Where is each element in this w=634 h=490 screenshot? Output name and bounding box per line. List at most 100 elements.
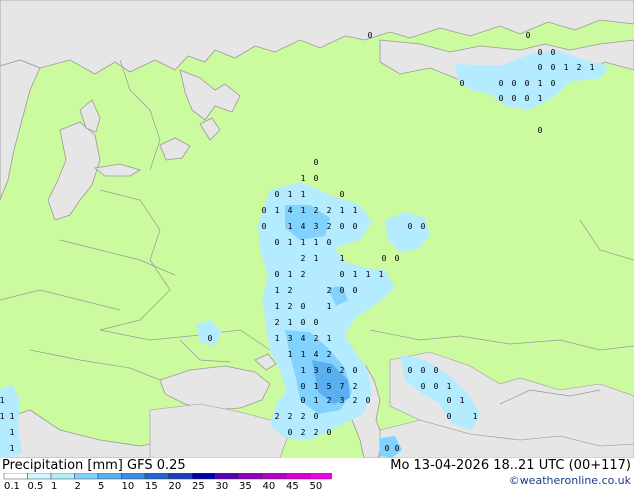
precip-value: 0 bbox=[395, 254, 400, 263]
precip-value: 3 bbox=[288, 334, 293, 343]
precip-value: 0 bbox=[551, 79, 556, 88]
precip-value: 1 bbox=[288, 318, 293, 327]
precip-value: 3 bbox=[314, 366, 319, 375]
precip-value: 6 bbox=[327, 366, 332, 375]
precip-value: 1 bbox=[473, 412, 478, 421]
precip-value: 0 bbox=[288, 428, 293, 437]
scale-label: 45 bbox=[286, 481, 299, 490]
precip-value: 2 bbox=[327, 396, 332, 405]
scale-labels: 0.1 0.5 1 2 5 10 15 20 25 30 35 40 45 50 bbox=[4, 481, 322, 490]
scale-swatch bbox=[74, 473, 99, 480]
precip-value: 2 bbox=[327, 286, 332, 295]
precip-value: 4 bbox=[288, 206, 293, 215]
precip-value: 0 bbox=[525, 94, 530, 103]
precip-value: 1 bbox=[301, 238, 306, 247]
precip-value: 0 bbox=[408, 366, 413, 375]
precip-value: 0 bbox=[340, 286, 345, 295]
precip-value: 0 bbox=[340, 270, 345, 279]
precip-value: 3 bbox=[314, 222, 319, 231]
precip-value: 1 bbox=[301, 366, 306, 375]
precip-value: 0 bbox=[512, 94, 517, 103]
precip-value: 1 bbox=[10, 444, 15, 453]
scale-swatch bbox=[121, 473, 146, 480]
precip-value: 0 bbox=[262, 222, 267, 231]
precip-value: 1 bbox=[327, 302, 332, 311]
scale-swatch bbox=[50, 473, 75, 480]
credit-link[interactable]: ©weatheronline.co.uk bbox=[509, 474, 631, 487]
precip-value: 0 bbox=[421, 366, 426, 375]
precip-value: 2 bbox=[314, 206, 319, 215]
precip-value: 0 bbox=[460, 79, 465, 88]
precip-value: 1 bbox=[353, 270, 358, 279]
precip-value: 0 bbox=[368, 31, 373, 40]
precip-value: 1 bbox=[288, 222, 293, 231]
scale-swatch bbox=[285, 473, 310, 480]
precip-value: 0 bbox=[499, 79, 504, 88]
precip-value: 1 bbox=[353, 206, 358, 215]
precip-value: 2 bbox=[301, 412, 306, 421]
scale-label: 30 bbox=[216, 481, 229, 490]
precip-value: 0 bbox=[526, 31, 531, 40]
precip-value: 0 bbox=[447, 396, 452, 405]
scale-label: 50 bbox=[310, 481, 323, 490]
scale-swatches bbox=[3, 473, 332, 480]
precip-value: 2 bbox=[288, 286, 293, 295]
precip-value: 0 bbox=[434, 366, 439, 375]
precip-value: 2 bbox=[275, 412, 280, 421]
scale-label: 5 bbox=[98, 481, 104, 490]
precip-value: 1 bbox=[288, 350, 293, 359]
color-scale: 0.1 0.5 1 2 5 10 15 20 25 30 35 40 45 50 bbox=[3, 473, 332, 490]
precip-value: 1 bbox=[327, 334, 332, 343]
scale-label: 35 bbox=[239, 481, 252, 490]
precip-value: 1 bbox=[288, 270, 293, 279]
precip-value: 0 bbox=[301, 382, 306, 391]
valid-time: Mo 13-04-2026 18..21 UTC (00+117) bbox=[390, 458, 631, 473]
precip-value: 2 bbox=[353, 396, 358, 405]
precip-value: 0 bbox=[551, 48, 556, 57]
scale-label: 0.1 bbox=[4, 481, 20, 490]
precip-value: 1 bbox=[288, 190, 293, 199]
scale-swatch bbox=[27, 473, 52, 480]
precip-value: 2 bbox=[301, 254, 306, 263]
precip-value: 0 bbox=[499, 94, 504, 103]
precip-value: 2 bbox=[327, 350, 332, 359]
precip-value: 0 bbox=[327, 238, 332, 247]
scale-swatch bbox=[238, 473, 263, 480]
precip-value: 1 bbox=[275, 334, 280, 343]
scale-swatch bbox=[168, 473, 193, 480]
precip-value: 2 bbox=[340, 366, 345, 375]
precip-value: 1 bbox=[340, 206, 345, 215]
scale-swatch bbox=[3, 473, 28, 480]
precip-value: 1 bbox=[460, 396, 465, 405]
precip-value: 0 bbox=[208, 334, 213, 343]
precip-value: 0 bbox=[434, 382, 439, 391]
precip-value: 2 bbox=[301, 270, 306, 279]
precip-value: 2 bbox=[327, 222, 332, 231]
precip-value: 0 bbox=[408, 222, 413, 231]
scale-swatch bbox=[262, 473, 287, 480]
precip-value: 0 bbox=[366, 396, 371, 405]
map-svg: 0 00 00 0 1 2 10 0 0 0 1 00 0 0 1001 00 1 1 00 1 4 1 2 2 1 10 1 4 3 2… bbox=[0, 0, 634, 458]
precip-value: 1 bbox=[275, 302, 280, 311]
precip-value: 1 bbox=[288, 238, 293, 247]
precip-value: 5 bbox=[327, 382, 332, 391]
precip-value: 1 bbox=[447, 382, 452, 391]
scale-swatch bbox=[215, 473, 240, 480]
precip-value: 0 bbox=[314, 158, 319, 167]
precip-value: 4 bbox=[314, 350, 319, 359]
precip-value: 1 bbox=[366, 270, 371, 279]
precip-value: 0 bbox=[262, 206, 267, 215]
precip-value: 1 bbox=[0, 396, 5, 405]
precip-value: 0 bbox=[314, 412, 319, 421]
scale-label: 20 bbox=[169, 481, 182, 490]
precip-value: 0 bbox=[353, 366, 358, 375]
precip-value: 1 bbox=[379, 270, 384, 279]
precip-value: 1 bbox=[0, 412, 5, 421]
precip-value: 1 bbox=[275, 206, 280, 215]
precip-value: 0 bbox=[551, 63, 556, 72]
scale-label: 1 bbox=[51, 481, 57, 490]
precip-value: 0 bbox=[275, 190, 280, 199]
precip-value: 0 bbox=[327, 428, 332, 437]
precip-value: 1 bbox=[538, 79, 543, 88]
precip-value: 1 bbox=[314, 396, 319, 405]
